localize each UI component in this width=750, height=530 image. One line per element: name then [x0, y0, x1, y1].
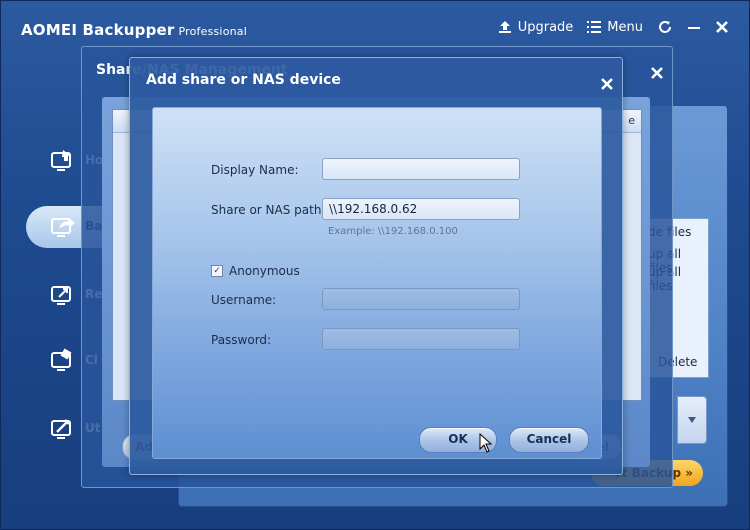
app-edition: Professional: [178, 25, 247, 38]
management-close-icon[interactable]: [650, 65, 664, 84]
username-label: Username:: [211, 293, 277, 307]
restore-icon: [49, 281, 77, 309]
username-input[interactable]: [322, 288, 520, 310]
dialog-close-icon[interactable]: [600, 76, 614, 95]
title-bar-controls: Upgrade Menu: [498, 19, 729, 35]
share-path-label: Share or NAS path:: [211, 203, 326, 217]
upgrade-label: Upgrade: [517, 19, 574, 35]
upgrade-arrow-icon: [498, 20, 512, 34]
app-name: AOMEI Backupper: [21, 21, 175, 39]
display-name-input[interactable]: [322, 158, 520, 180]
password-label: Password:: [211, 333, 272, 347]
dropdown-arrow[interactable]: [677, 396, 707, 444]
list-column-header: e: [628, 114, 635, 127]
anonymous-checkbox-row[interactable]: ✓ Anonymous: [211, 264, 300, 278]
refresh-icon[interactable]: [657, 19, 673, 35]
anonymous-checkbox[interactable]: ✓: [211, 265, 223, 277]
password-input[interactable]: [322, 328, 520, 350]
clone-icon: [49, 347, 77, 375]
anonymous-label: Anonymous: [229, 264, 300, 278]
home-icon: [49, 147, 77, 175]
backup-icon: [49, 213, 77, 241]
menu-list-icon: [587, 21, 602, 33]
close-icon[interactable]: [715, 20, 729, 34]
upgrade-button[interactable]: Upgrade: [498, 19, 574, 35]
menu-button[interactable]: Menu: [587, 20, 643, 35]
add-share-dialog: Add share or NAS device Display Name: Sh…: [129, 57, 623, 475]
share-path-input[interactable]: \\192.168.0.62: [322, 198, 520, 220]
app-window: AOMEI Backupper Professional Upgrade Menu: [0, 0, 750, 530]
utilities-icon: [49, 415, 77, 443]
mouse-pointer-icon: [479, 432, 493, 457]
share-path-hint: Example: \\192.168.0.100: [328, 226, 458, 237]
dialog-body: Display Name: Share or NAS path: \\192.1…: [152, 107, 602, 459]
cancel-button[interactable]: Cancel: [509, 427, 589, 453]
menu-label: Menu: [607, 19, 643, 35]
app-title: AOMEI Backupper Professional: [21, 21, 247, 39]
dialog-title: Add share or NAS device: [146, 72, 341, 88]
display-name-label: Display Name:: [211, 163, 299, 177]
minimize-icon[interactable]: [687, 20, 701, 34]
